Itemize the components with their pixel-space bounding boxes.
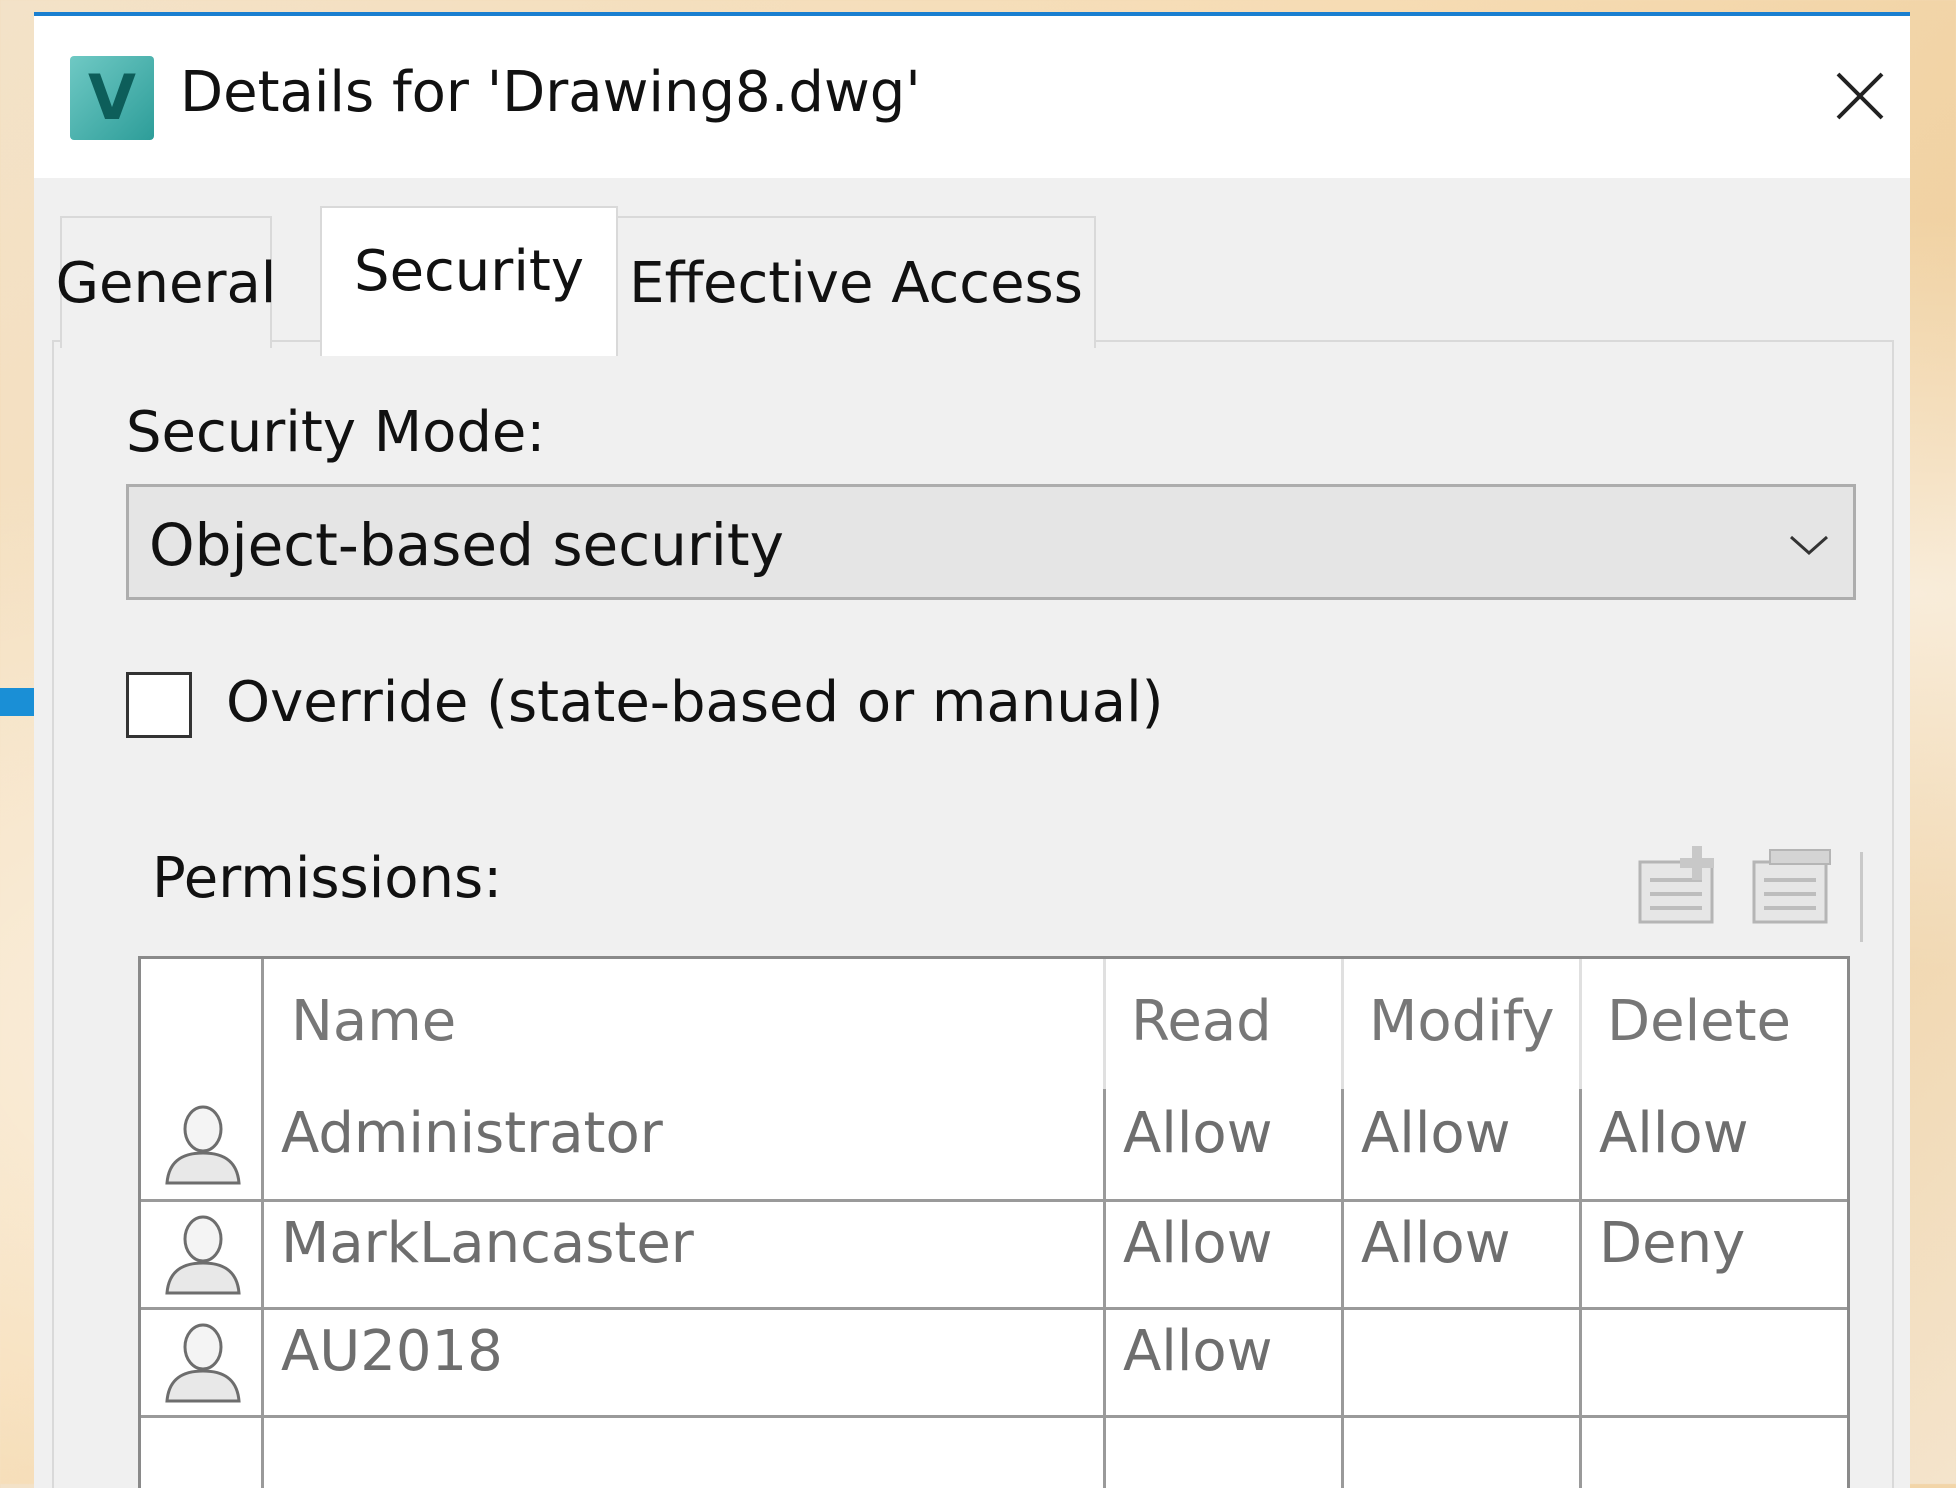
column-header-read[interactable]: Read [1131, 989, 1272, 1054]
add-permission-icon[interactable] [1636, 842, 1722, 928]
col-divider [1579, 1089, 1582, 1488]
override-checkbox[interactable] [126, 672, 192, 738]
table-row-modify[interactable]: Allow [1361, 1211, 1511, 1276]
header-divider [1103, 959, 1106, 1089]
user-icon [165, 1323, 241, 1403]
user-icon [165, 1105, 241, 1185]
column-header-name[interactable]: Name [291, 989, 456, 1054]
table-row-modify[interactable]: Allow [1361, 1101, 1511, 1166]
header-divider [1579, 959, 1582, 1089]
edit-permission-icon[interactable] [1750, 842, 1836, 928]
security-mode-select[interactable]: Object-based security [126, 484, 1856, 600]
close-icon[interactable] [1830, 66, 1890, 126]
column-header-modify[interactable]: Modify [1369, 989, 1555, 1054]
tab-security-label: Security [354, 238, 584, 304]
permissions-label: Permissions: [152, 846, 503, 911]
toolbar-separator [1860, 852, 1863, 942]
table-row-delete[interactable]: Allow [1599, 1101, 1749, 1166]
table-row-read[interactable]: Allow [1123, 1101, 1273, 1166]
table-row-delete[interactable]: Deny [1599, 1211, 1745, 1276]
user-icon [165, 1215, 241, 1295]
title-bar: V Details for 'Drawing8.dwg' [34, 16, 1910, 178]
table-row-read[interactable]: Allow [1123, 1211, 1273, 1276]
chevron-down-icon [1790, 535, 1828, 556]
vault-app-icon: V [70, 56, 154, 140]
col-divider [1103, 1089, 1106, 1488]
table-row-read[interactable]: Allow [1123, 1319, 1273, 1384]
col-divider [1341, 1089, 1344, 1488]
col-divider [261, 959, 264, 1488]
row-divider [141, 1199, 1847, 1202]
row-divider [141, 1415, 1847, 1418]
table-row-name[interactable]: MarkLancaster [281, 1211, 694, 1276]
override-label[interactable]: Override (state-based or manual) [226, 670, 1164, 735]
tab-general[interactable]: General [56, 216, 276, 348]
security-mode-value: Object-based security [149, 511, 784, 579]
security-mode-label: Security Mode: [126, 400, 546, 465]
header-divider [1341, 959, 1344, 1089]
details-dialog: V Details for 'Drawing8.dwg' General Eff… [34, 12, 1910, 1488]
tab-security[interactable]: Security [320, 206, 618, 356]
permissions-table: Name Read Modify Delete Administrator Al… [138, 956, 1850, 1488]
table-row-name[interactable]: Administrator [281, 1101, 663, 1166]
tab-general-label: General [55, 250, 277, 316]
row-divider [141, 1307, 1847, 1310]
table-row-name[interactable]: AU2018 [281, 1319, 503, 1384]
tab-effective-access-label: Effective Access [629, 250, 1083, 316]
window-title: Details for 'Drawing8.dwg' [180, 60, 921, 125]
column-header-delete[interactable]: Delete [1607, 989, 1791, 1054]
tab-effective-access[interactable]: Effective Access [616, 216, 1096, 348]
